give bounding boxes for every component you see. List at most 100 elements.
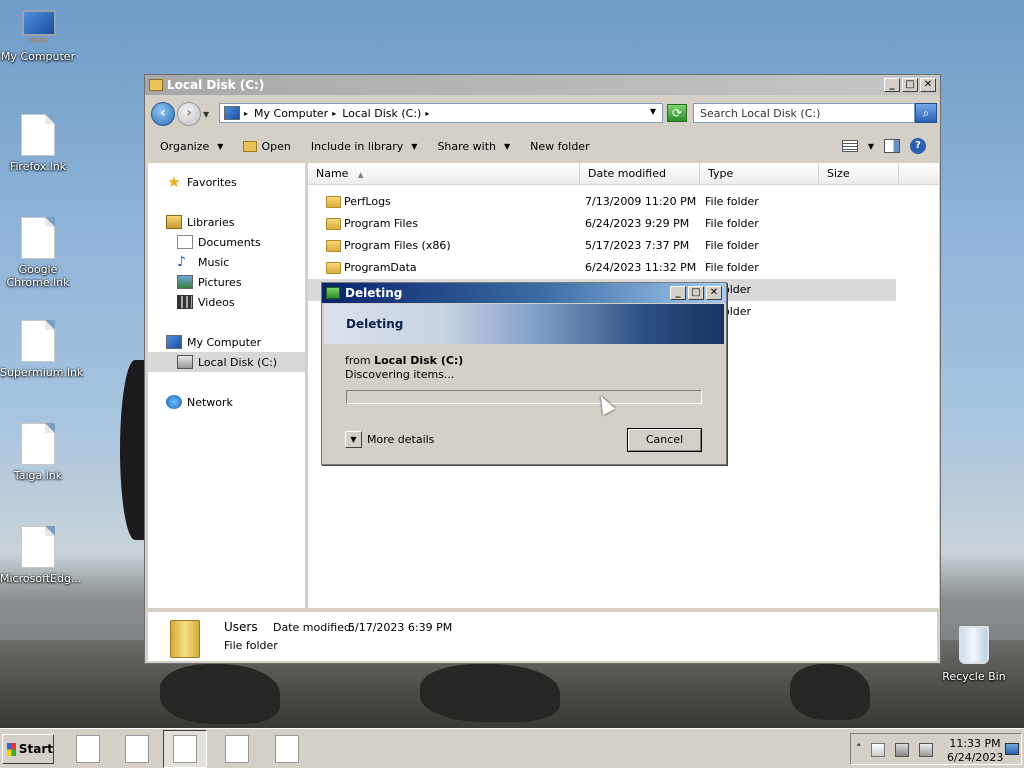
- column-header-size[interactable]: Size: [819, 163, 899, 185]
- share-with-button[interactable]: Share with ▼: [437, 140, 510, 153]
- nav-item-documents[interactable]: Documents: [177, 235, 261, 249]
- taskbar-app-button[interactable]: [76, 735, 100, 763]
- nav-label: Network: [187, 395, 233, 409]
- table-row[interactable]: PerfLogs 7/13/2009 11:20 PM File folder: [308, 191, 939, 213]
- cancel-button[interactable]: Cancel: [627, 428, 702, 452]
- computer-icon: [18, 10, 58, 44]
- window-titlebar[interactable]: Local Disk (C:): [145, 75, 940, 95]
- action-center-flag-icon[interactable]: [871, 743, 885, 757]
- open-button[interactable]: Open: [243, 140, 291, 153]
- details-pane: Users Date modified: 5/17/2023 6:39 PM F…: [148, 611, 937, 661]
- desktop-icon-recycle-bin[interactable]: Recycle Bin: [936, 626, 1012, 683]
- organize-label: Organize: [160, 140, 210, 153]
- file-icon: [173, 735, 197, 763]
- nav-label: Libraries: [187, 215, 235, 229]
- chevron-down-icon: ▼: [217, 142, 224, 151]
- close-button[interactable]: ✕: [920, 78, 936, 92]
- nav-item-libraries[interactable]: Libraries: [166, 215, 235, 229]
- clock-date: 6/24/2023: [947, 751, 1004, 764]
- new-folder-button[interactable]: New folder: [530, 140, 589, 153]
- search-input[interactable]: Search Local Disk (C:): [693, 103, 915, 123]
- back-button[interactable]: ‹: [151, 102, 175, 126]
- column-label: Date modified: [588, 167, 666, 180]
- nav-item-pictures[interactable]: Pictures: [177, 275, 242, 289]
- table-row[interactable]: ProgramData 6/24/2023 11:32 PM File fold…: [308, 257, 939, 279]
- desktop-icon-label: Taiga.lnk: [13, 469, 63, 482]
- minimize-button[interactable]: _: [884, 78, 900, 92]
- desktop-icon-firefox[interactable]: Firefox.lnk: [0, 114, 76, 173]
- breadcrumb-arrow-icon[interactable]: ▸: [332, 109, 336, 118]
- command-bar: Organize ▼ Open Include in library ▼ Sha…: [145, 133, 940, 160]
- desktop-icon-taiga[interactable]: Taiga.lnk: [0, 423, 76, 482]
- desktop-icon-label: Firefox.lnk: [9, 160, 67, 173]
- taskbar-app-button-active[interactable]: [163, 730, 207, 768]
- nav-item-music[interactable]: ♪ Music: [177, 255, 229, 269]
- delete-progress-icon: [326, 287, 340, 299]
- desktop-icon-supermium[interactable]: Supermium.lnk: [0, 320, 83, 379]
- pictures-icon: [177, 275, 193, 289]
- start-label: Start: [18, 742, 53, 756]
- recent-pages-dropdown[interactable]: ▼: [203, 110, 209, 119]
- address-field[interactable]: ▸ My Computer ▸ Local Disk (C:) ▸ ▼: [219, 103, 663, 123]
- column-header-type[interactable]: Type: [700, 163, 819, 185]
- minimize-button[interactable]: _: [670, 286, 686, 300]
- show-hidden-icons-icon[interactable]: ˄: [856, 742, 862, 755]
- search-icon[interactable]: ⌕: [915, 103, 937, 123]
- dialog-titlebar[interactable]: Deleting: [322, 283, 726, 303]
- desktop-icon-my-computer[interactable]: My Computer: [0, 10, 76, 63]
- network-status-icon[interactable]: [895, 743, 909, 757]
- column-label: Name: [316, 167, 349, 180]
- desktop-icon-chrome[interactable]: Google Chrome.lnk: [0, 217, 76, 289]
- file-icon: [21, 526, 55, 568]
- maximize-button[interactable]: □: [902, 78, 918, 92]
- folder-icon: [326, 240, 341, 252]
- document-icon: [177, 235, 193, 249]
- taskbar-app-button[interactable]: [125, 735, 149, 763]
- nav-item-videos[interactable]: Videos: [177, 295, 235, 309]
- table-row[interactable]: Program Files (x86) 5/17/2023 7:37 PM Fi…: [308, 235, 939, 257]
- file-icon: [21, 217, 55, 259]
- column-header-name[interactable]: Name ▲: [308, 163, 580, 185]
- breadcrumb-arrow-icon[interactable]: ▸: [244, 109, 248, 118]
- taskbar-app-button[interactable]: [275, 735, 299, 763]
- nav-item-network[interactable]: Network: [166, 395, 233, 409]
- nav-item-my-computer[interactable]: My Computer: [166, 335, 261, 349]
- desktop-icon-edge[interactable]: MicrosoftEdg...: [0, 526, 81, 585]
- clock[interactable]: 11:33 PM 6/24/2023: [947, 737, 1003, 765]
- include-label: Include in library: [310, 140, 404, 153]
- view-dropdown-icon[interactable]: ▼: [868, 142, 874, 151]
- volume-muted-icon[interactable]: [919, 743, 933, 757]
- show-desktop-icon[interactable]: [1005, 743, 1019, 755]
- nav-item-local-disk[interactable]: Local Disk (C:): [148, 352, 305, 372]
- forward-button[interactable]: ›: [177, 102, 201, 126]
- clock-time: 11:33 PM: [949, 737, 1001, 750]
- system-tray: ˄ 11:33 PM 6/24/2023: [850, 733, 1022, 765]
- start-button[interactable]: Start: [2, 734, 54, 764]
- navigation-pane: ★ Favorites Libraries Documents ♪ Music …: [148, 163, 305, 608]
- maximize-button[interactable]: □: [688, 286, 704, 300]
- file-date: 6/24/2023 11:32 PM: [585, 261, 697, 274]
- music-icon: ♪: [177, 254, 186, 270]
- close-button[interactable]: ✕: [706, 286, 722, 300]
- change-view-icon[interactable]: [841, 140, 858, 152]
- recycle-bin-icon: [959, 626, 989, 664]
- include-in-library-button[interactable]: Include in library ▼: [311, 140, 418, 153]
- dialog-status: Discovering items...: [345, 368, 455, 381]
- breadcrumb-arrow-icon[interactable]: ▸: [425, 109, 429, 118]
- help-icon[interactable]: ?: [910, 138, 926, 154]
- taskbar-app-button[interactable]: [225, 735, 249, 763]
- refresh-button[interactable]: ⟳: [667, 104, 687, 122]
- column-label: Size: [827, 167, 850, 180]
- more-details-toggle[interactable]: ▼ More details: [345, 431, 434, 448]
- nav-item-favorites[interactable]: ★ Favorites: [166, 175, 236, 190]
- breadcrumb-local-disk[interactable]: Local Disk (C:): [342, 107, 421, 120]
- breadcrumb-my-computer[interactable]: My Computer: [254, 107, 328, 120]
- wallpaper-rock: [160, 664, 280, 724]
- chevron-down-icon[interactable]: ▼: [345, 431, 362, 448]
- address-dropdown-icon[interactable]: ▼: [650, 107, 656, 116]
- table-row[interactable]: Program Files 6/24/2023 9:29 PM File fol…: [308, 213, 939, 235]
- column-header-date[interactable]: Date modified: [580, 163, 700, 185]
- organize-button[interactable]: Organize ▼: [160, 140, 223, 153]
- file-type: File folder: [705, 239, 759, 252]
- preview-pane-icon[interactable]: [884, 139, 900, 153]
